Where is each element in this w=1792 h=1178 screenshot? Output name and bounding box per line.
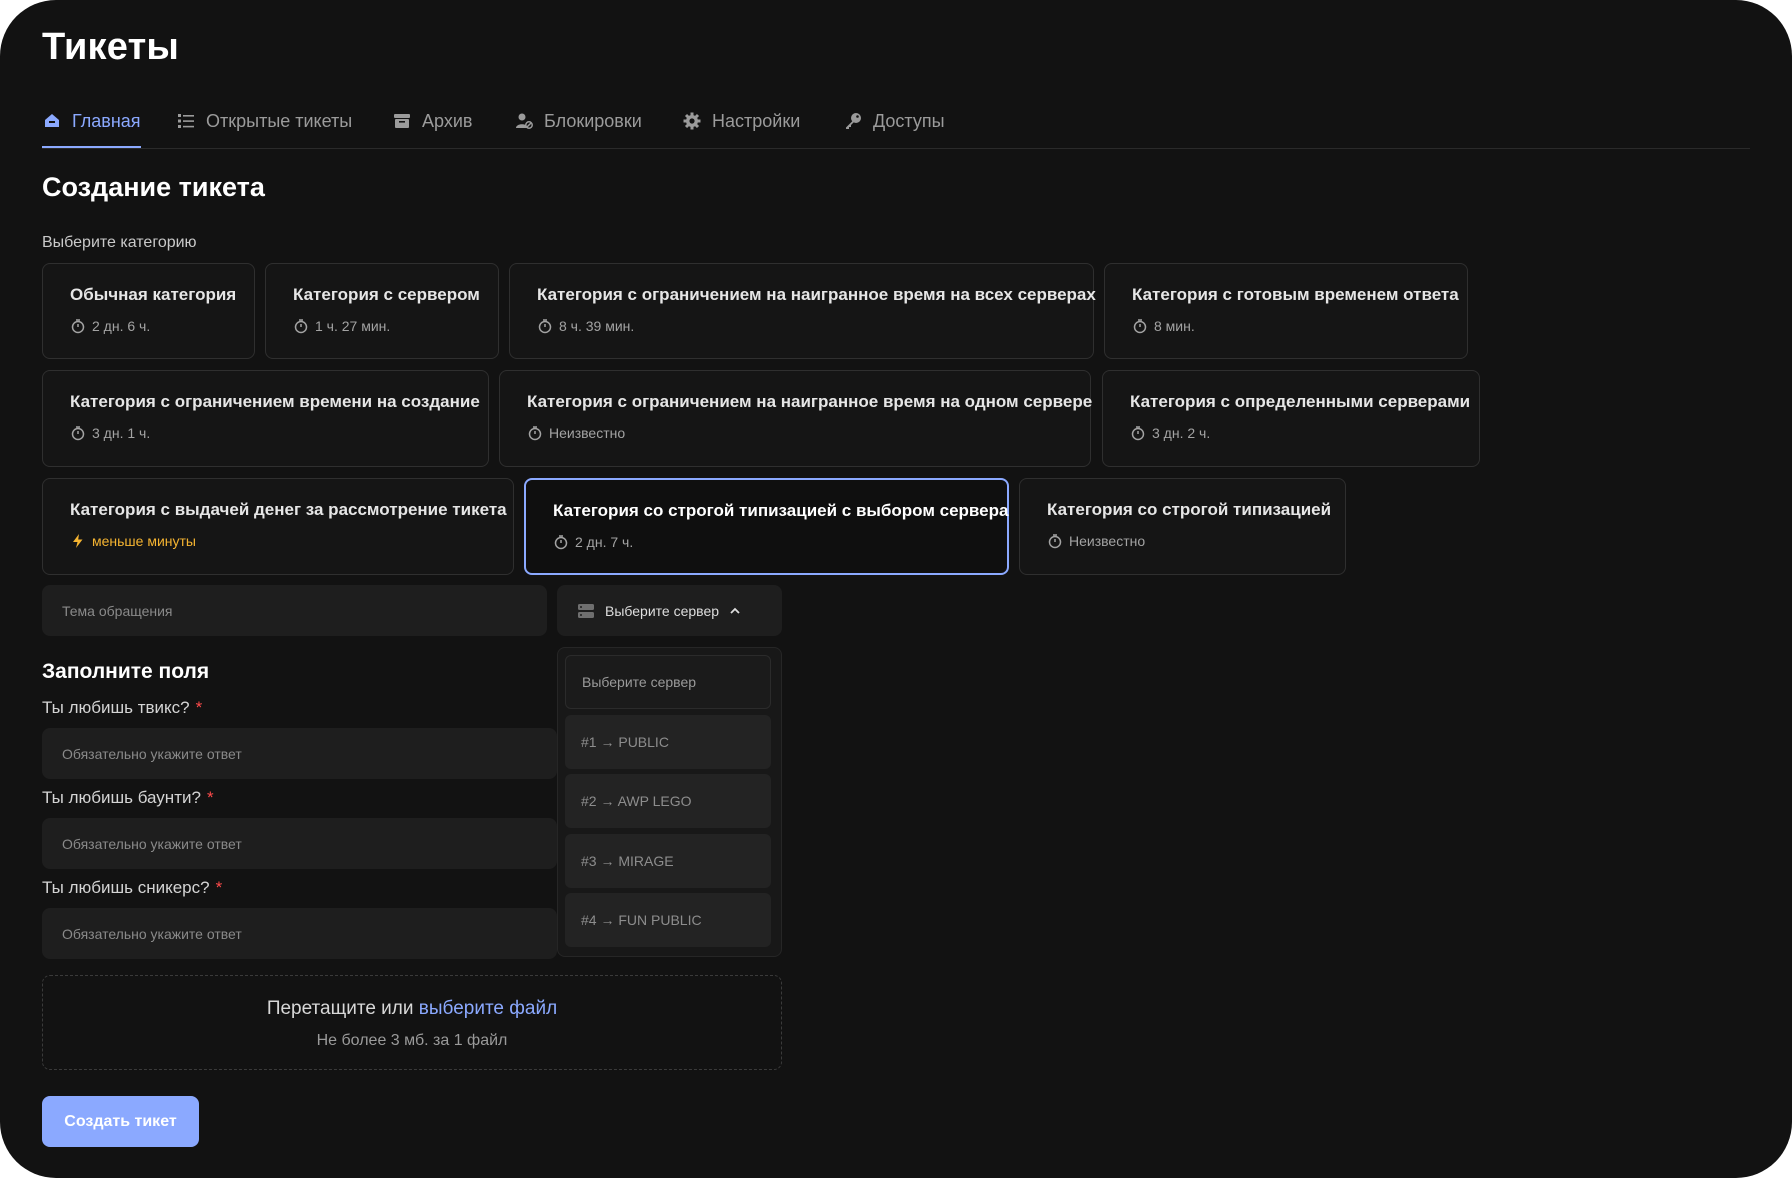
chevron-up-icon (730, 607, 740, 614)
stopwatch-icon (1133, 319, 1147, 334)
required-mark: * (195, 698, 203, 717)
server-option[interactable]: #1 → PUBLIC (565, 715, 771, 769)
category-card[interactable]: Категория с выдачей денег за рассмотрени… (42, 478, 514, 575)
category-name: Категория со строгой типизацией с выборо… (553, 501, 1009, 520)
stopwatch-icon (71, 426, 85, 441)
tab-label: Главная (72, 110, 141, 131)
choose-category-label: Выберите категорию (42, 234, 197, 251)
server-option[interactable]: #2 → AWP LEGO (565, 774, 771, 828)
tab-label: Архив (422, 110, 473, 131)
category-time: 2 дн. 6 ч. (70, 318, 150, 334)
required-mark: * (206, 788, 214, 807)
home-icon (45, 114, 59, 127)
category-name: Категория с определенными серверами (1130, 392, 1471, 411)
category-name: Обычная категория (70, 285, 237, 304)
category-name: Категория с сервером (293, 285, 480, 304)
stopwatch-icon (538, 319, 552, 334)
app-window: Тикеты Главная Открытые тикеты Архив Бло… (0, 0, 1792, 1178)
server-icon (578, 603, 594, 618)
stopwatch-icon (528, 426, 542, 441)
archive-icon (394, 114, 410, 128)
category-time: 8 мин. (1132, 318, 1195, 334)
choose-file-link[interactable]: выберите файл (419, 998, 557, 1019)
answer-input[interactable] (42, 728, 557, 779)
user-block-icon (516, 113, 533, 129)
server-option[interactable]: #3 → MIRAGE (565, 834, 771, 888)
tab-label: Настройки (712, 110, 801, 131)
app-title: Тикеты (42, 26, 180, 68)
fields-title: Заполните поля (42, 660, 210, 683)
tab-label: Доступы (873, 110, 945, 131)
category-time: меньше минуты (70, 533, 196, 549)
category-time: 1 ч. 27 мин. (293, 318, 390, 334)
category-time: 8 ч. 39 мин. (537, 318, 634, 334)
category-time: Неизвестно (1047, 533, 1145, 549)
server-option[interactable]: #4 → FUN PUBLIC (565, 893, 771, 947)
category-card[interactable]: Категория с ограничением на наигранное в… (499, 370, 1093, 467)
tab-home[interactable]: Главная (42, 96, 141, 148)
key-icon (846, 113, 861, 129)
category-name: Категория с ограничением на наигранное в… (527, 392, 1093, 411)
stopwatch-icon (1048, 534, 1062, 549)
create-ticket-button[interactable]: Создать тикет (42, 1096, 199, 1147)
question-label: Ты любишь твикс? * (42, 698, 203, 717)
category-card[interactable]: Категория с сервером 1 ч. 27 мин. (265, 263, 499, 359)
tab-settings[interactable]: Настройки (682, 96, 800, 146)
dropzone-hint: Не более 3 мб. за 1 файл (316, 1032, 508, 1049)
stopwatch-icon (1131, 426, 1145, 441)
category-time: 2 дн. 7 ч. (553, 534, 633, 550)
stopwatch-icon (554, 535, 568, 550)
category-name: Категория с готовым временем ответа (1132, 285, 1459, 304)
category-card[interactable]: Категория с ограничением времени на созд… (42, 370, 489, 467)
category-time: Неизвестно (527, 425, 625, 441)
category-name: Категория с ограничением времени на созд… (70, 392, 480, 411)
category-card[interactable]: Категория с определенными серверами 3 дн… (1102, 370, 1480, 467)
category-name: Категория с выдачей денег за рассмотрени… (70, 500, 507, 519)
subject-input[interactable] (42, 585, 547, 636)
question-label: Ты любишь баунти? * (42, 788, 214, 807)
category-card[interactable]: Категория с готовым временем ответа 8 ми… (1104, 263, 1468, 359)
stopwatch-icon (294, 319, 308, 334)
category-name: Категория со строгой типизацией (1047, 500, 1332, 519)
category-time: 3 дн. 1 ч. (70, 425, 150, 441)
tab-label: Открытые тикеты (206, 110, 353, 131)
section-title: Создание тикета (42, 172, 265, 202)
tab-archive[interactable]: Архив (392, 96, 472, 146)
category-name: Категория с ограничением на наигранное в… (537, 285, 1096, 304)
question-label: Ты любишь сникерс? * (42, 878, 223, 897)
stopwatch-icon (71, 319, 85, 334)
tab-label: Блокировки (544, 110, 642, 131)
required-mark: * (215, 878, 223, 897)
list-icon (178, 114, 194, 128)
category-card[interactable]: Категория с ограничением на наигранное в… (509, 263, 1096, 359)
server-select-label: Выберите сервер (605, 602, 720, 619)
file-dropzone[interactable]: Перетащите или выберите файл Не более 3 … (42, 975, 782, 1070)
lightning-icon (73, 534, 83, 548)
category-card[interactable]: Обычная категория 2 дн. 6 ч. (42, 263, 255, 359)
dropzone-text: Перетащите или выберите файл (266, 998, 558, 1019)
answer-input[interactable] (42, 818, 557, 869)
category-time: 3 дн. 2 ч. (1130, 425, 1210, 441)
category-card-selected[interactable]: Категория со строгой типизацией с выборо… (524, 478, 1009, 575)
tab-open-tickets[interactable]: Открытые тикеты (176, 96, 352, 146)
server-option[interactable]: Выберите сервер (565, 655, 771, 709)
tab-blocks[interactable]: Блокировки (514, 96, 642, 146)
server-select[interactable]: Выберите сервер (557, 585, 782, 636)
tab-bar: Главная Открытые тикеты Архив Блокировки… (42, 96, 1750, 149)
server-dropdown: Выберите сервер #1 → PUBLIC #2 → AWP LEG… (557, 647, 782, 957)
tab-access[interactable]: Доступы (843, 96, 945, 146)
answer-input[interactable] (42, 908, 557, 959)
gear-icon (683, 112, 701, 130)
category-card[interactable]: Категория со строгой типизацией Неизвест… (1019, 478, 1346, 575)
